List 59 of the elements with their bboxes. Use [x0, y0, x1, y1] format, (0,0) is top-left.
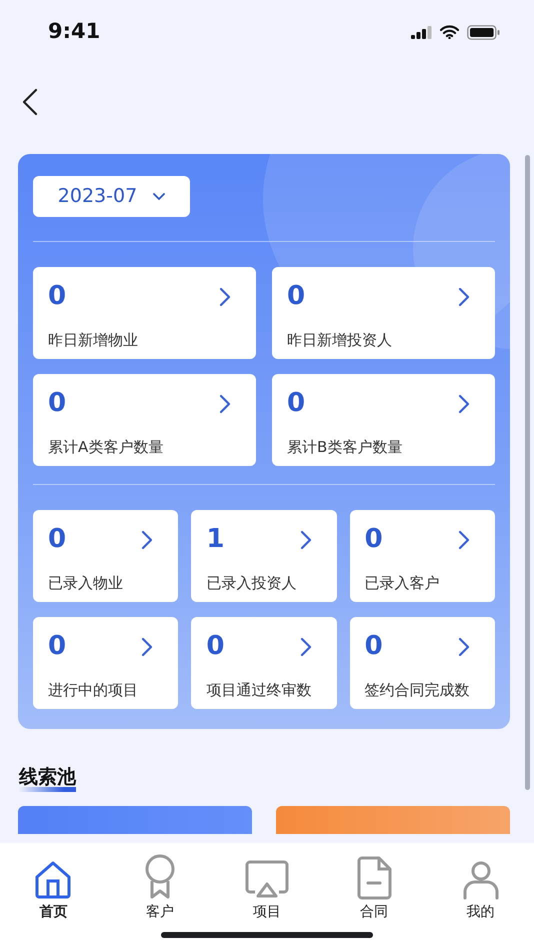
- caret-icon: [153, 193, 166, 202]
- stat-label: 进行中的项目: [48, 680, 139, 700]
- award-icon: [143, 854, 178, 900]
- tab-item[interactable]: 客户: [106, 851, 214, 950]
- chevron-icon: [458, 287, 470, 308]
- pool-card[interactable]: [276, 806, 510, 834]
- chevron-icon: [219, 394, 231, 414]
- wifi-icon: [440, 25, 459, 39]
- stat-value: 1: [206, 524, 224, 556]
- stat-card[interactable]: 0 签约合同完成数: [350, 617, 495, 709]
- stat-label: 已录入物业: [48, 572, 124, 594]
- tab-item[interactable]: 首页: [0, 851, 107, 950]
- stat-label: 累计B类客户数量: [287, 436, 404, 458]
- stat-value: 0: [48, 281, 66, 312]
- stat-value: 0: [48, 524, 66, 556]
- tab-item[interactable]: 合同: [320, 851, 428, 950]
- stat-value: 0: [287, 388, 306, 420]
- stat-card[interactable]: 1 已录入投资人: [191, 510, 337, 602]
- chevron-icon: [300, 530, 312, 550]
- stat-card[interactable]: 0 昨日新增物业: [33, 267, 256, 359]
- stat-value: 0: [364, 524, 383, 556]
- chevron-icon: [141, 530, 154, 550]
- screen-cast-icon: [244, 860, 289, 900]
- pool-card[interactable]: [18, 806, 252, 834]
- chevron-icon: [300, 637, 312, 658]
- back-icon[interactable]: [22, 88, 38, 116]
- home-icon: [33, 860, 74, 900]
- stat-value: 0: [287, 281, 306, 312]
- person-icon: [462, 860, 500, 900]
- stat-card[interactable]: 0 已录入物业: [33, 510, 178, 602]
- stat-card[interactable]: 0 累计A类客户数量: [33, 374, 256, 466]
- stat-value: 0: [48, 388, 66, 420]
- date-picker[interactable]: 2023-07: [33, 176, 190, 217]
- chevron-icon: [458, 394, 470, 414]
- stat-label: 昨日新增物业: [48, 330, 139, 350]
- tab-item[interactable]: 我的: [427, 851, 534, 950]
- stat-value: 0: [48, 631, 66, 662]
- battery-icon: [467, 24, 500, 40]
- document-icon: [356, 856, 392, 900]
- stat-label: 累计A类客户数量: [48, 436, 164, 458]
- stat-card[interactable]: 0 昨日新增投资人: [272, 267, 495, 359]
- stat-card[interactable]: 0 进行中的项目: [33, 617, 178, 709]
- chevron-icon: [458, 637, 470, 658]
- stat-card[interactable]: 0 已录入客户: [350, 510, 495, 602]
- chevron-icon: [141, 637, 154, 658]
- stat-value: 0: [206, 631, 224, 662]
- stat-label: 已录入客户: [364, 572, 441, 594]
- stat-card[interactable]: 0 累计B类客户数量: [272, 374, 495, 466]
- signal-icon: [411, 26, 432, 38]
- stat-label: 项目通过终审数: [206, 680, 312, 700]
- chevron-icon: [458, 530, 470, 550]
- time-text: 9:41: [48, 18, 100, 46]
- tab-item[interactable]: 项目: [214, 851, 320, 950]
- stat-label: 已录入投资人: [206, 572, 298, 594]
- stat-label: 昨日新增投资人: [287, 330, 393, 350]
- stat-card[interactable]: 0 项目通过终审数: [191, 617, 337, 709]
- stat-label: 签约合同完成数: [364, 680, 471, 700]
- stat-value: 0: [364, 631, 383, 662]
- chevron-icon: [219, 287, 231, 308]
